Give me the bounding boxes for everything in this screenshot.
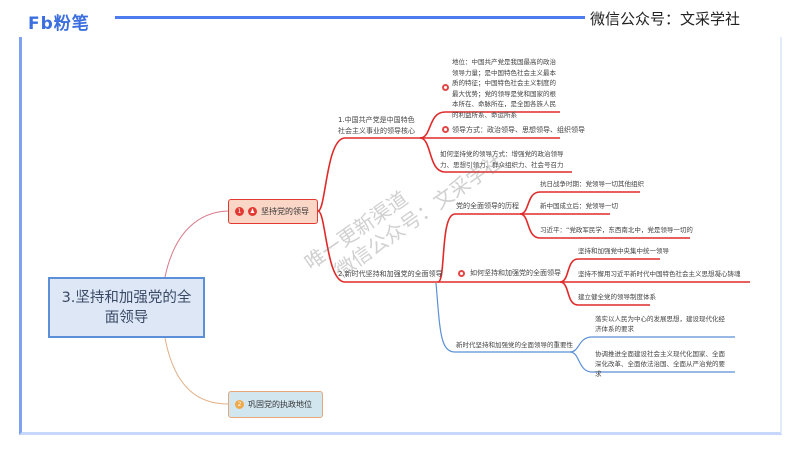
marker-icon	[442, 84, 449, 91]
central-topic[interactable]: 3.坚持和加强党的全面领导	[48, 277, 205, 338]
history-title[interactable]: 党的全面领导的历程	[456, 201, 519, 212]
importance-item[interactable]: 协调推进全面建设社会主义现代化国家、全面深化改革、全面依法治国、全面从严治党的要…	[595, 349, 730, 379]
node-label: 坚持党的领导	[261, 207, 309, 216]
marker-icon	[458, 270, 465, 277]
importance-title[interactable]: 新时代坚持和加强党的全面领导的重要性	[456, 340, 573, 351]
number-badge: 2	[235, 400, 244, 409]
b1-item[interactable]: 地位：中国共产党是我国最高的政治领导力量；是中国特色社会主义最本质的特征；中国特…	[452, 57, 562, 120]
how-title[interactable]: 如何坚持和加强党的全面领导	[470, 268, 561, 279]
node-consolidate-position[interactable]: 2 巩固党的执政地位	[228, 391, 323, 418]
how-item[interactable]: 建立健全党的领导制度体系	[578, 292, 656, 303]
how-item[interactable]: 坚持和加强党中央集中统一领导	[578, 246, 669, 257]
node-label: 巩固党的执政地位	[248, 400, 312, 409]
history-item[interactable]: 新中国成立后：党领导一切	[540, 201, 618, 212]
how-item[interactable]: 坚持不懈用习近平新时代中国特色社会主义思想凝心铸魂	[578, 269, 741, 280]
branch1-title[interactable]: 1.中国共产党是中国特色社会主义事业的领导核心	[338, 115, 420, 137]
history-item[interactable]: 抗日战争时期：党领导一切其他组织	[540, 179, 644, 190]
history-item[interactable]: 习近平：“党政军民学，东西南北中，党是领导一切的	[540, 225, 693, 236]
person-icon: ♟	[248, 207, 257, 216]
number-badge: 1	[235, 207, 244, 216]
marker-icon	[442, 126, 449, 133]
importance-item[interactable]: 落实以人民为中心的发展思想，建设现代化经济体系的要求	[595, 314, 730, 334]
node-uphold-leadership[interactable]: 1 ♟ 坚持党的领导	[228, 199, 318, 224]
